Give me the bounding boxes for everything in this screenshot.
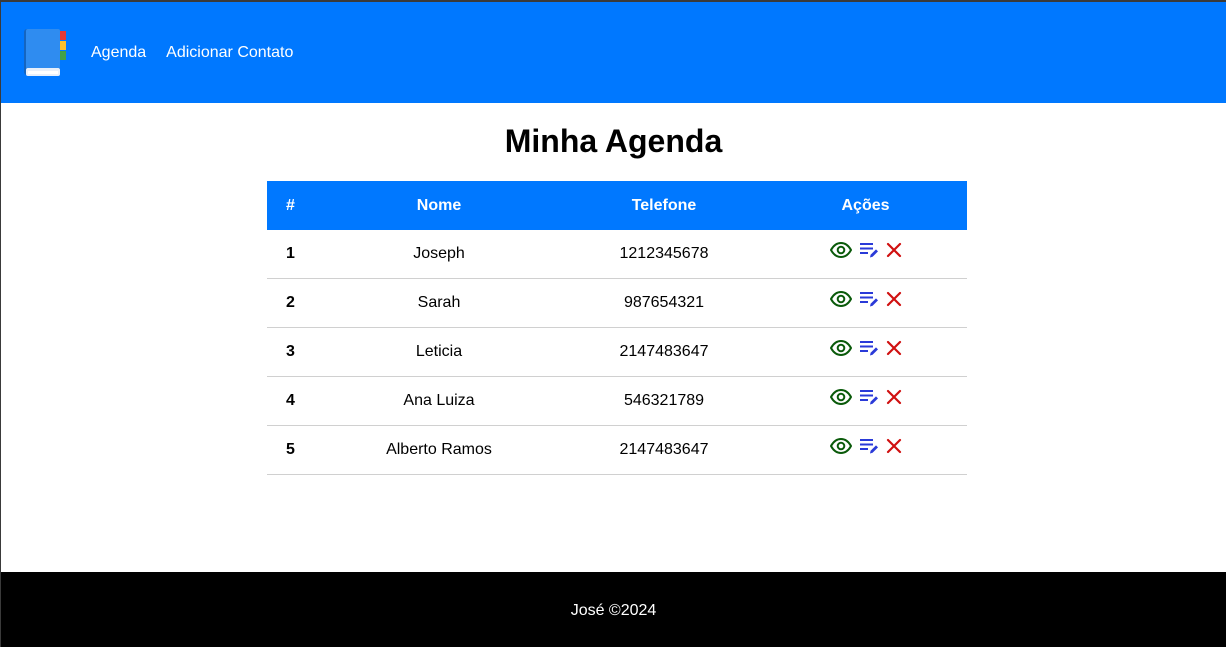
page-title: Minha Agenda [504,123,723,159]
cell-nome: Joseph [314,230,564,279]
cell-telefone: 987654321 [564,278,764,328]
nav-link-agenda[interactable]: Agenda [91,44,146,62]
cell-telefone: 546321789 [564,376,764,426]
edit-list-icon[interactable] [859,339,879,357]
eye-icon[interactable] [829,389,852,405]
edit-list-icon[interactable] [859,241,879,259]
cell-nome: Sarah [314,278,564,328]
row-actions [829,290,902,308]
cell-acoes [764,230,967,279]
row-actions [829,339,902,357]
table-row: 2 Sarah 987654321 [267,278,967,328]
close-icon[interactable] [886,389,902,405]
close-icon[interactable] [886,242,902,258]
edit-list-icon[interactable] [859,437,879,455]
header-nome: Nome [416,196,462,214]
cell-index: 1 [267,230,314,279]
row-actions [829,388,902,406]
cell-index: 5 [267,425,314,475]
address-book-icon[interactable] [23,27,69,79]
close-icon[interactable] [886,438,902,454]
edit-list-icon[interactable] [859,388,879,406]
cell-index: 2 [267,278,314,328]
header-telefone: Telefone [631,196,697,214]
row-actions [829,437,902,455]
row-actions [829,241,902,259]
cell-telefone: 2147483647 [564,327,764,377]
contacts-table: # Nome Telefone Ações 1 Joseph 1212345678 2… [267,181,967,475]
header-index: # [286,196,295,214]
close-icon[interactable] [886,291,902,307]
eye-icon[interactable] [829,242,852,258]
header-acoes: Ações [841,196,890,214]
cell-nome: Alberto Ramos [314,425,564,475]
table-row: 1 Joseph 1212345678 [267,230,967,279]
close-icon[interactable] [886,340,902,356]
cell-index: 4 [267,376,314,426]
cell-telefone: 2147483647 [564,425,764,475]
cell-acoes [764,327,967,377]
cell-telefone: 1212345678 [564,230,764,279]
table-row: 5 Alberto Ramos 2147483647 [267,425,967,475]
table-row: 3 Leticia 2147483647 [267,327,967,377]
footer: José ©2024 [1,572,1226,647]
cell-nome: Ana Luiza [314,376,564,426]
footer-text: José ©2024 [570,601,657,619]
eye-icon[interactable] [829,291,852,307]
eye-icon[interactable] [829,340,852,356]
table-header-row: # Nome Telefone Ações [267,181,967,230]
edit-list-icon[interactable] [859,290,879,308]
cell-index: 3 [267,327,314,377]
app-window: Agenda Adicionar Contato Minha Agenda # … [0,0,1226,647]
navbar: Agenda Adicionar Contato [1,2,1226,103]
cell-nome: Leticia [314,327,564,377]
cell-acoes [764,425,967,475]
main-content: Minha Agenda # Nome Telefone Ações 1 Jose… [1,103,1226,572]
cell-acoes [764,278,967,328]
cell-acoes [764,376,967,426]
nav-link-adicionar-contato[interactable]: Adicionar Contato [166,44,293,62]
table-row: 4 Ana Luiza 546321789 [267,376,967,426]
eye-icon[interactable] [829,438,852,454]
